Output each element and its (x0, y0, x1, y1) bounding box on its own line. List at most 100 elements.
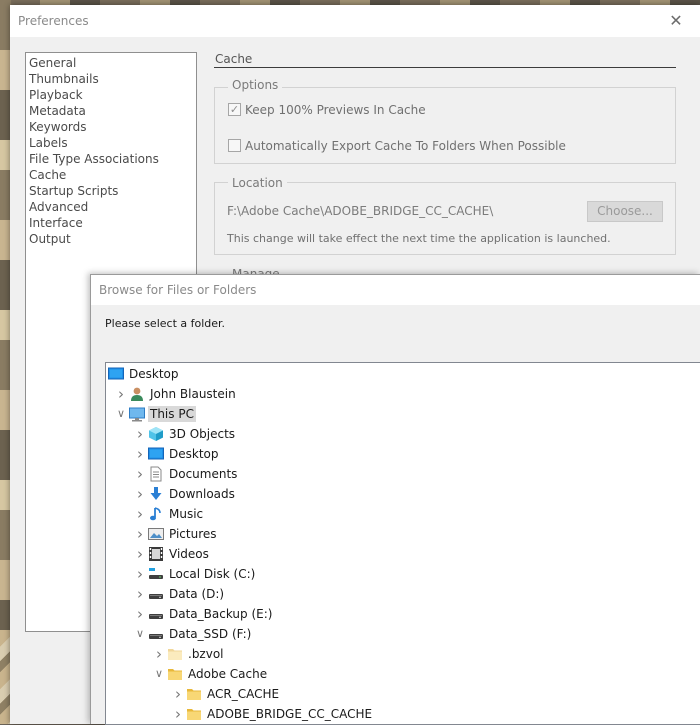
cube-icon (148, 426, 164, 442)
tree-item-label: .bzvol (188, 647, 224, 661)
choose-button[interactable]: Choose... (587, 201, 663, 222)
category-item-file-type-associations[interactable]: File Type Associations (26, 151, 196, 167)
drive-icon (148, 586, 164, 602)
tree-item-label: John Blaustein (150, 387, 236, 401)
tree-item[interactable]: › Videos (106, 544, 700, 564)
chevron-right-icon[interactable]: › (134, 607, 146, 622)
category-item-metadata[interactable]: Metadata (26, 103, 196, 119)
keep-previews-label: Keep 100% Previews In Cache (245, 103, 426, 117)
chevron-right-icon[interactable]: › (134, 527, 146, 542)
system-drive-icon (148, 566, 164, 582)
folder-icon (186, 706, 202, 722)
restart-note: This change will take effect the next ti… (227, 232, 611, 245)
dialog-title: Browse for Files or Folders (99, 283, 257, 297)
tree-item[interactable]: › Music (106, 504, 700, 524)
tree-item-label: ACR_CACHE (207, 687, 280, 701)
tree-item-label: Data_Backup (E:) (169, 607, 273, 621)
preferences-titlebar: Preferences ✕ (10, 5, 700, 37)
auto-export-label: Automatically Export Cache To Folders Wh… (245, 139, 566, 153)
download-icon (148, 486, 164, 502)
chevron-right-icon[interactable]: › (134, 487, 146, 502)
browse-titlebar: Browse for Files or Folders (91, 275, 700, 305)
chevron-down-icon[interactable]: ∨ (115, 407, 127, 421)
options-group-label: Options (228, 78, 283, 92)
computer-icon (129, 406, 145, 422)
tree-item-label: Pictures (169, 527, 217, 541)
tree-item[interactable]: › Pictures (106, 524, 700, 544)
category-item-labels[interactable]: Labels (26, 135, 196, 151)
tree-item[interactable]: › Desktop (106, 444, 700, 464)
tree-item-label: 3D Objects (169, 427, 236, 441)
tree-item[interactable]: › ACR_CACHE (106, 684, 700, 704)
keep-previews-checkbox[interactable]: ✓ (228, 103, 241, 116)
tree-item[interactable]: › .bzvol (106, 644, 700, 664)
desktop-icon (108, 366, 124, 382)
category-item-advanced[interactable]: Advanced (26, 199, 196, 215)
chevron-down-icon[interactable]: ∨ (134, 627, 146, 641)
video-icon (148, 546, 164, 562)
user-icon (129, 386, 145, 402)
document-icon (148, 466, 164, 482)
tree-item-label: Adobe Cache (188, 667, 268, 681)
chevron-right-icon[interactable]: › (172, 707, 184, 722)
tree-item[interactable]: › 3D Objects (106, 424, 700, 444)
drive-icon (148, 626, 164, 642)
category-item-playback[interactable]: Playback (26, 87, 196, 103)
chevron-right-icon[interactable]: › (134, 547, 146, 562)
picture-icon (148, 526, 164, 542)
tree-item-label: Local Disk (C:) (169, 567, 256, 581)
category-item-startup-scripts[interactable]: Startup Scripts (26, 183, 196, 199)
tree-item[interactable]: › John Blaustein (106, 384, 700, 404)
chevron-right-icon[interactable]: › (134, 447, 146, 462)
tree-item-label: Desktop (129, 367, 179, 381)
tree-item[interactable]: Desktop (106, 364, 700, 384)
category-item-interface[interactable]: Interface (26, 215, 196, 231)
tree-item-label: Documents (169, 467, 238, 481)
tree-item-label: ADOBE_BRIDGE_CC_CACHE (207, 707, 373, 721)
tree-item-label: Desktop (169, 447, 219, 461)
chevron-right-icon[interactable]: › (134, 427, 146, 442)
location-group-label: Location (228, 176, 287, 190)
folder-tree[interactable]: Desktop › John Blaustein ∨ This PC › 3D Object… (105, 362, 700, 725)
category-item-keywords[interactable]: Keywords (26, 119, 196, 135)
chevron-right-icon[interactable]: › (134, 587, 146, 602)
tree-item[interactable]: › Data (D:) (106, 584, 700, 604)
folder-icon (167, 666, 183, 682)
tree-item[interactable]: › Documents (106, 464, 700, 484)
chevron-right-icon[interactable]: › (134, 507, 146, 522)
chevron-down-icon[interactable]: ∨ (153, 667, 165, 681)
folder-icon-empty (167, 646, 183, 662)
chevron-right-icon[interactable]: › (172, 687, 184, 702)
category-item-output[interactable]: Output (26, 231, 196, 247)
browse-dialog: Browse for Files or Folders Please selec… (90, 274, 700, 725)
dialog-instruction: Please select a folder. (105, 317, 226, 330)
tree-item-label: Data_SSD (F:) (169, 627, 252, 641)
category-item-cache[interactable]: Cache (26, 167, 196, 183)
tree-item-label: This PC (148, 406, 196, 422)
tree-item[interactable]: › Downloads (106, 484, 700, 504)
desktop-icon (148, 446, 164, 462)
folder-icon (186, 686, 202, 702)
chevron-right-icon[interactable]: › (153, 647, 165, 662)
tree-item[interactable]: ∨ This PC (106, 404, 700, 424)
category-item-thumbnails[interactable]: Thumbnails (26, 71, 196, 87)
tree-item[interactable]: › Local Disk (C:) (106, 564, 700, 584)
section-title: Cache (215, 52, 253, 66)
auto-export-checkbox[interactable] (228, 139, 241, 152)
close-icon[interactable]: ✕ (666, 11, 686, 31)
chevron-right-icon[interactable]: › (134, 467, 146, 482)
chevron-right-icon[interactable]: › (134, 567, 146, 582)
tree-item-label: Videos (169, 547, 209, 561)
tree-item[interactable]: ∨ Data_SSD (F:) (106, 624, 700, 644)
tree-item[interactable]: › Data_Backup (E:) (106, 604, 700, 624)
section-divider (214, 67, 676, 68)
tree-item[interactable]: ∨ Adobe Cache (106, 664, 700, 684)
chevron-right-icon[interactable]: › (115, 387, 127, 402)
tree-item-label: Music (169, 507, 204, 521)
category-item-general[interactable]: General (26, 55, 196, 71)
window-title: Preferences (18, 14, 89, 28)
tree-item[interactable]: › ADOBE_BRIDGE_CC_CACHE (106, 704, 700, 724)
tree-item-label: Data (D:) (169, 587, 225, 601)
drive-icon (148, 606, 164, 622)
music-icon (148, 506, 164, 522)
